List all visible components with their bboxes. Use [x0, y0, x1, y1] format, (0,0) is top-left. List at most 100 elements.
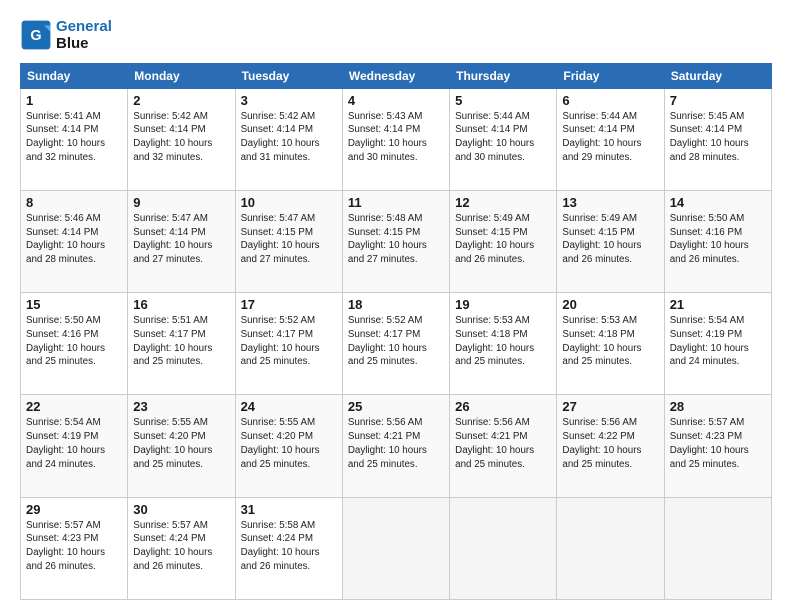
day-info: Sunrise: 5:56 AMSunset: 4:22 PMDaylight:…	[562, 416, 658, 471]
day-number: 12	[455, 195, 551, 210]
table-row: 24 Sunrise: 5:55 AMSunset: 4:20 PMDayligh…	[235, 395, 342, 497]
table-row	[342, 497, 449, 599]
table-row: 25 Sunrise: 5:56 AMSunset: 4:21 PMDayligh…	[342, 395, 449, 497]
day-info: Sunrise: 5:47 AMSunset: 4:14 PMDaylight:…	[133, 212, 229, 267]
day-info: Sunrise: 5:57 AMSunset: 4:24 PMDaylight:…	[133, 519, 229, 574]
day-info: Sunrise: 5:41 AMSunset: 4:14 PMDaylight:…	[26, 110, 122, 165]
day-number: 15	[26, 297, 122, 312]
day-number: 16	[133, 297, 229, 312]
table-row: 20Sunrise: 5:53 AMSunset: 4:18 PMDayligh…	[557, 293, 664, 395]
logo-icon: G	[20, 19, 52, 51]
table-row: 14 Sunrise: 5:50 AMSunset: 4:16 PMDayligh…	[664, 190, 771, 292]
day-number: 7	[670, 93, 766, 108]
table-row: 29 Sunrise: 5:57 AMSunset: 4:23 PMDayligh…	[21, 497, 128, 599]
day-number: 3	[241, 93, 337, 108]
day-number: 10	[241, 195, 337, 210]
table-row: 13Sunrise: 5:49 AMSunset: 4:15 PMDayligh…	[557, 190, 664, 292]
logo: G General Blue	[20, 18, 112, 53]
day-info: Sunrise: 5:50 AMSunset: 4:16 PMDaylight:…	[670, 212, 766, 267]
day-number: 5	[455, 93, 551, 108]
day-number: 2	[133, 93, 229, 108]
table-row: 22Sunrise: 5:54 AMSunset: 4:19 PMDayligh…	[21, 395, 128, 497]
day-number: 1	[26, 93, 122, 108]
table-row	[664, 497, 771, 599]
day-info: Sunrise: 5:56 AMSunset: 4:21 PMDaylight:…	[455, 416, 551, 471]
calendar-week-row: 22Sunrise: 5:54 AMSunset: 4:19 PMDayligh…	[21, 395, 772, 497]
table-row: 21 Sunrise: 5:54 AMSunset: 4:19 PMDayligh…	[664, 293, 771, 395]
weekday-header-row: Sunday Monday Tuesday Wednesday Thursday…	[21, 63, 772, 88]
col-tuesday: Tuesday	[235, 63, 342, 88]
day-number: 31	[241, 502, 337, 517]
day-info: Sunrise: 5:42 AMSunset: 4:14 PMDaylight:…	[241, 110, 337, 165]
table-row: 5 Sunrise: 5:44 AMSunset: 4:14 PMDaylight…	[450, 88, 557, 190]
day-number: 18	[348, 297, 444, 312]
day-number: 30	[133, 502, 229, 517]
svg-text:G: G	[30, 28, 41, 44]
table-row: 16 Sunrise: 5:51 AMSunset: 4:17 PMDayligh…	[128, 293, 235, 395]
table-row	[557, 497, 664, 599]
day-info: Sunrise: 5:54 AMSunset: 4:19 PMDaylight:…	[670, 314, 766, 369]
day-info: Sunrise: 5:46 AMSunset: 4:14 PMDaylight:…	[26, 212, 122, 267]
table-row: 4Sunrise: 5:43 AMSunset: 4:14 PMDaylight…	[342, 88, 449, 190]
day-info: Sunrise: 5:50 AMSunset: 4:16 PMDaylight:…	[26, 314, 122, 369]
day-number: 17	[241, 297, 337, 312]
table-row: 17 Sunrise: 5:52 AMSunset: 4:17 PMDayligh…	[235, 293, 342, 395]
day-info: Sunrise: 5:56 AMSunset: 4:21 PMDaylight:…	[348, 416, 444, 471]
calendar-header: G General Blue	[20, 18, 772, 53]
col-wednesday: Wednesday	[342, 63, 449, 88]
calendar-week-row: 1 Sunrise: 5:41 AMSunset: 4:14 PMDaylight…	[21, 88, 772, 190]
table-row: 7 Sunrise: 5:45 AMSunset: 4:14 PMDaylight…	[664, 88, 771, 190]
col-saturday: Saturday	[664, 63, 771, 88]
table-row: 8 Sunrise: 5:46 AMSunset: 4:14 PMDaylight…	[21, 190, 128, 292]
day-info: Sunrise: 5:52 AMSunset: 4:17 PMDaylight:…	[241, 314, 337, 369]
day-number: 9	[133, 195, 229, 210]
table-row: 9 Sunrise: 5:47 AMSunset: 4:14 PMDaylight…	[128, 190, 235, 292]
day-number: 20	[562, 297, 658, 312]
table-row: 23 Sunrise: 5:55 AMSunset: 4:20 PMDayligh…	[128, 395, 235, 497]
day-info: Sunrise: 5:43 AMSunset: 4:14 PMDaylight:…	[348, 110, 444, 165]
day-number: 23	[133, 399, 229, 414]
day-info: Sunrise: 5:45 AMSunset: 4:14 PMDaylight:…	[670, 110, 766, 165]
day-number: 11	[348, 195, 444, 210]
table-row: 1 Sunrise: 5:41 AMSunset: 4:14 PMDaylight…	[21, 88, 128, 190]
day-number: 28	[670, 399, 766, 414]
day-number: 14	[670, 195, 766, 210]
table-row: 12Sunrise: 5:49 AMSunset: 4:15 PMDayligh…	[450, 190, 557, 292]
col-thursday: Thursday	[450, 63, 557, 88]
day-number: 21	[670, 297, 766, 312]
day-info: Sunrise: 5:55 AMSunset: 4:20 PMDaylight:…	[241, 416, 337, 471]
day-number: 8	[26, 195, 122, 210]
calendar-table: Sunday Monday Tuesday Wednesday Thursday…	[20, 63, 772, 601]
table-row: 6 Sunrise: 5:44 AMSunset: 4:14 PMDaylight…	[557, 88, 664, 190]
logo-line2: Blue	[56, 35, 112, 52]
day-number: 22	[26, 399, 122, 414]
day-number: 29	[26, 502, 122, 517]
day-info: Sunrise: 5:57 AMSunset: 4:23 PMDaylight:…	[26, 519, 122, 574]
day-info: Sunrise: 5:44 AMSunset: 4:14 PMDaylight:…	[562, 110, 658, 165]
table-row: 27 Sunrise: 5:56 AMSunset: 4:22 PMDayligh…	[557, 395, 664, 497]
day-number: 26	[455, 399, 551, 414]
col-sunday: Sunday	[21, 63, 128, 88]
day-info: Sunrise: 5:57 AMSunset: 4:23 PMDaylight:…	[670, 416, 766, 471]
table-row: 19Sunrise: 5:53 AMSunset: 4:18 PMDayligh…	[450, 293, 557, 395]
day-info: Sunrise: 5:51 AMSunset: 4:17 PMDaylight:…	[133, 314, 229, 369]
table-row: 28 Sunrise: 5:57 AMSunset: 4:23 PMDayligh…	[664, 395, 771, 497]
day-number: 25	[348, 399, 444, 414]
day-info: Sunrise: 5:53 AMSunset: 4:18 PMDaylight:…	[455, 314, 551, 369]
day-info: Sunrise: 5:55 AMSunset: 4:20 PMDaylight:…	[133, 416, 229, 471]
table-row: 15 Sunrise: 5:50 AMSunset: 4:16 PMDayligh…	[21, 293, 128, 395]
logo-line1: General	[56, 18, 112, 35]
day-number: 27	[562, 399, 658, 414]
day-info: Sunrise: 5:42 AMSunset: 4:14 PMDaylight:…	[133, 110, 229, 165]
day-info: Sunrise: 5:44 AMSunset: 4:14 PMDaylight:…	[455, 110, 551, 165]
table-row: 3 Sunrise: 5:42 AMSunset: 4:14 PMDaylight…	[235, 88, 342, 190]
col-monday: Monday	[128, 63, 235, 88]
table-row: 11Sunrise: 5:48 AMSunset: 4:15 PMDayligh…	[342, 190, 449, 292]
day-info: Sunrise: 5:52 AMSunset: 4:17 PMDaylight:…	[348, 314, 444, 369]
table-row	[450, 497, 557, 599]
day-info: Sunrise: 5:47 AMSunset: 4:15 PMDaylight:…	[241, 212, 337, 267]
day-number: 24	[241, 399, 337, 414]
calendar-week-row: 15 Sunrise: 5:50 AMSunset: 4:16 PMDayligh…	[21, 293, 772, 395]
day-number: 6	[562, 93, 658, 108]
table-row: 26 Sunrise: 5:56 AMSunset: 4:21 PMDayligh…	[450, 395, 557, 497]
